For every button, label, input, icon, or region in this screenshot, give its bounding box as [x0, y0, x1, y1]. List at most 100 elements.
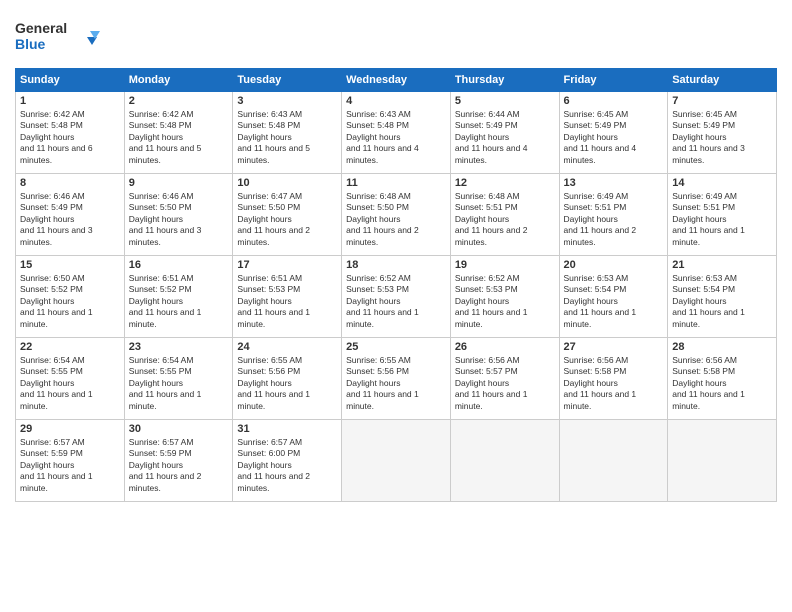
day-detail: Sunrise: 6:53 AMSunset: 5:54 PMDaylight …: [672, 273, 745, 329]
calendar-cell: 3 Sunrise: 6:43 AMSunset: 5:48 PMDayligh…: [233, 92, 342, 174]
calendar-cell: [450, 420, 559, 502]
calendar-cell: 25 Sunrise: 6:55 AMSunset: 5:56 PMDaylig…: [342, 338, 451, 420]
day-detail: Sunrise: 6:43 AMSunset: 5:48 PMDaylight …: [237, 109, 310, 165]
day-number: 26: [455, 341, 555, 353]
calendar-cell: 29 Sunrise: 6:57 AMSunset: 5:59 PMDaylig…: [16, 420, 125, 502]
calendar-cell: 1 Sunrise: 6:42 AMSunset: 5:48 PMDayligh…: [16, 92, 125, 174]
day-number: 21: [672, 259, 772, 271]
day-number: 15: [20, 259, 120, 271]
calendar-cell: [668, 420, 777, 502]
calendar-cell: [559, 420, 668, 502]
calendar-cell: 17 Sunrise: 6:51 AMSunset: 5:53 PMDaylig…: [233, 256, 342, 338]
calendar-cell: 4 Sunrise: 6:43 AMSunset: 5:48 PMDayligh…: [342, 92, 451, 174]
calendar-cell: 5 Sunrise: 6:44 AMSunset: 5:49 PMDayligh…: [450, 92, 559, 174]
day-detail: Sunrise: 6:52 AMSunset: 5:53 PMDaylight …: [346, 273, 419, 329]
weekday-header-wednesday: Wednesday: [342, 69, 451, 92]
day-detail: Sunrise: 6:52 AMSunset: 5:53 PMDaylight …: [455, 273, 528, 329]
day-detail: Sunrise: 6:45 AMSunset: 5:49 PMDaylight …: [564, 109, 637, 165]
day-number: 13: [564, 177, 664, 189]
day-detail: Sunrise: 6:42 AMSunset: 5:48 PMDaylight …: [129, 109, 202, 165]
day-detail: Sunrise: 6:48 AMSunset: 5:50 PMDaylight …: [346, 191, 419, 247]
day-detail: Sunrise: 6:55 AMSunset: 5:56 PMDaylight …: [346, 355, 419, 411]
calendar-cell: 14 Sunrise: 6:49 AMSunset: 5:51 PMDaylig…: [668, 174, 777, 256]
day-detail: Sunrise: 6:50 AMSunset: 5:52 PMDaylight …: [20, 273, 93, 329]
page: General Blue SundayMondayTuesdayWednesda…: [0, 0, 792, 612]
day-number: 8: [20, 177, 120, 189]
day-detail: Sunrise: 6:46 AMSunset: 5:50 PMDaylight …: [129, 191, 202, 247]
day-number: 4: [346, 95, 446, 107]
day-detail: Sunrise: 6:51 AMSunset: 5:53 PMDaylight …: [237, 273, 310, 329]
calendar-cell: 8 Sunrise: 6:46 AMSunset: 5:49 PMDayligh…: [16, 174, 125, 256]
calendar-cell: 2 Sunrise: 6:42 AMSunset: 5:48 PMDayligh…: [124, 92, 233, 174]
logo: General Blue: [15, 15, 105, 60]
day-number: 5: [455, 95, 555, 107]
day-number: 11: [346, 177, 446, 189]
calendar-cell: 28 Sunrise: 6:56 AMSunset: 5:58 PMDaylig…: [668, 338, 777, 420]
calendar-cell: 10 Sunrise: 6:47 AMSunset: 5:50 PMDaylig…: [233, 174, 342, 256]
day-detail: Sunrise: 6:47 AMSunset: 5:50 PMDaylight …: [237, 191, 310, 247]
day-number: 25: [346, 341, 446, 353]
logo-text: General Blue: [15, 15, 105, 60]
calendar-cell: 21 Sunrise: 6:53 AMSunset: 5:54 PMDaylig…: [668, 256, 777, 338]
day-number: 2: [129, 95, 229, 107]
calendar-week-5: 29 Sunrise: 6:57 AMSunset: 5:59 PMDaylig…: [16, 420, 777, 502]
day-number: 27: [564, 341, 664, 353]
day-number: 28: [672, 341, 772, 353]
day-number: 31: [237, 423, 337, 435]
day-detail: Sunrise: 6:57 AMSunset: 5:59 PMDaylight …: [20, 437, 93, 493]
calendar-cell: 31 Sunrise: 6:57 AMSunset: 6:00 PMDaylig…: [233, 420, 342, 502]
weekday-header-sunday: Sunday: [16, 69, 125, 92]
calendar-cell: 13 Sunrise: 6:49 AMSunset: 5:51 PMDaylig…: [559, 174, 668, 256]
calendar-cell: [342, 420, 451, 502]
day-number: 19: [455, 259, 555, 271]
calendar-week-2: 8 Sunrise: 6:46 AMSunset: 5:49 PMDayligh…: [16, 174, 777, 256]
weekday-header-monday: Monday: [124, 69, 233, 92]
day-detail: Sunrise: 6:49 AMSunset: 5:51 PMDaylight …: [564, 191, 637, 247]
day-detail: Sunrise: 6:55 AMSunset: 5:56 PMDaylight …: [237, 355, 310, 411]
day-number: 7: [672, 95, 772, 107]
day-number: 16: [129, 259, 229, 271]
day-number: 22: [20, 341, 120, 353]
day-number: 23: [129, 341, 229, 353]
day-detail: Sunrise: 6:57 AMSunset: 6:00 PMDaylight …: [237, 437, 310, 493]
calendar-week-3: 15 Sunrise: 6:50 AMSunset: 5:52 PMDaylig…: [16, 256, 777, 338]
calendar-cell: 20 Sunrise: 6:53 AMSunset: 5:54 PMDaylig…: [559, 256, 668, 338]
day-number: 6: [564, 95, 664, 107]
day-detail: Sunrise: 6:53 AMSunset: 5:54 PMDaylight …: [564, 273, 637, 329]
day-number: 12: [455, 177, 555, 189]
day-detail: Sunrise: 6:54 AMSunset: 5:55 PMDaylight …: [20, 355, 93, 411]
day-number: 30: [129, 423, 229, 435]
calendar-cell: 27 Sunrise: 6:56 AMSunset: 5:58 PMDaylig…: [559, 338, 668, 420]
header: General Blue: [15, 15, 777, 60]
day-number: 1: [20, 95, 120, 107]
weekday-header-saturday: Saturday: [668, 69, 777, 92]
calendar-cell: 11 Sunrise: 6:48 AMSunset: 5:50 PMDaylig…: [342, 174, 451, 256]
day-number: 24: [237, 341, 337, 353]
weekday-header-row: SundayMondayTuesdayWednesdayThursdayFrid…: [16, 69, 777, 92]
day-number: 20: [564, 259, 664, 271]
day-detail: Sunrise: 6:46 AMSunset: 5:49 PMDaylight …: [20, 191, 93, 247]
calendar-cell: 16 Sunrise: 6:51 AMSunset: 5:52 PMDaylig…: [124, 256, 233, 338]
calendar-cell: 15 Sunrise: 6:50 AMSunset: 5:52 PMDaylig…: [16, 256, 125, 338]
calendar-cell: 26 Sunrise: 6:56 AMSunset: 5:57 PMDaylig…: [450, 338, 559, 420]
calendar-week-1: 1 Sunrise: 6:42 AMSunset: 5:48 PMDayligh…: [16, 92, 777, 174]
svg-text:Blue: Blue: [15, 36, 46, 52]
calendar-table: SundayMondayTuesdayWednesdayThursdayFrid…: [15, 68, 777, 502]
weekday-header-tuesday: Tuesday: [233, 69, 342, 92]
day-detail: Sunrise: 6:45 AMSunset: 5:49 PMDaylight …: [672, 109, 745, 165]
calendar-cell: 24 Sunrise: 6:55 AMSunset: 5:56 PMDaylig…: [233, 338, 342, 420]
day-detail: Sunrise: 6:44 AMSunset: 5:49 PMDaylight …: [455, 109, 528, 165]
day-number: 17: [237, 259, 337, 271]
calendar-cell: 7 Sunrise: 6:45 AMSunset: 5:49 PMDayligh…: [668, 92, 777, 174]
calendar-cell: 18 Sunrise: 6:52 AMSunset: 5:53 PMDaylig…: [342, 256, 451, 338]
day-detail: Sunrise: 6:43 AMSunset: 5:48 PMDaylight …: [346, 109, 419, 165]
svg-text:General: General: [15, 20, 67, 36]
day-number: 3: [237, 95, 337, 107]
calendar-cell: 19 Sunrise: 6:52 AMSunset: 5:53 PMDaylig…: [450, 256, 559, 338]
day-detail: Sunrise: 6:54 AMSunset: 5:55 PMDaylight …: [129, 355, 202, 411]
day-number: 18: [346, 259, 446, 271]
day-detail: Sunrise: 6:51 AMSunset: 5:52 PMDaylight …: [129, 273, 202, 329]
day-detail: Sunrise: 6:57 AMSunset: 5:59 PMDaylight …: [129, 437, 202, 493]
day-detail: Sunrise: 6:56 AMSunset: 5:58 PMDaylight …: [564, 355, 637, 411]
day-detail: Sunrise: 6:48 AMSunset: 5:51 PMDaylight …: [455, 191, 528, 247]
